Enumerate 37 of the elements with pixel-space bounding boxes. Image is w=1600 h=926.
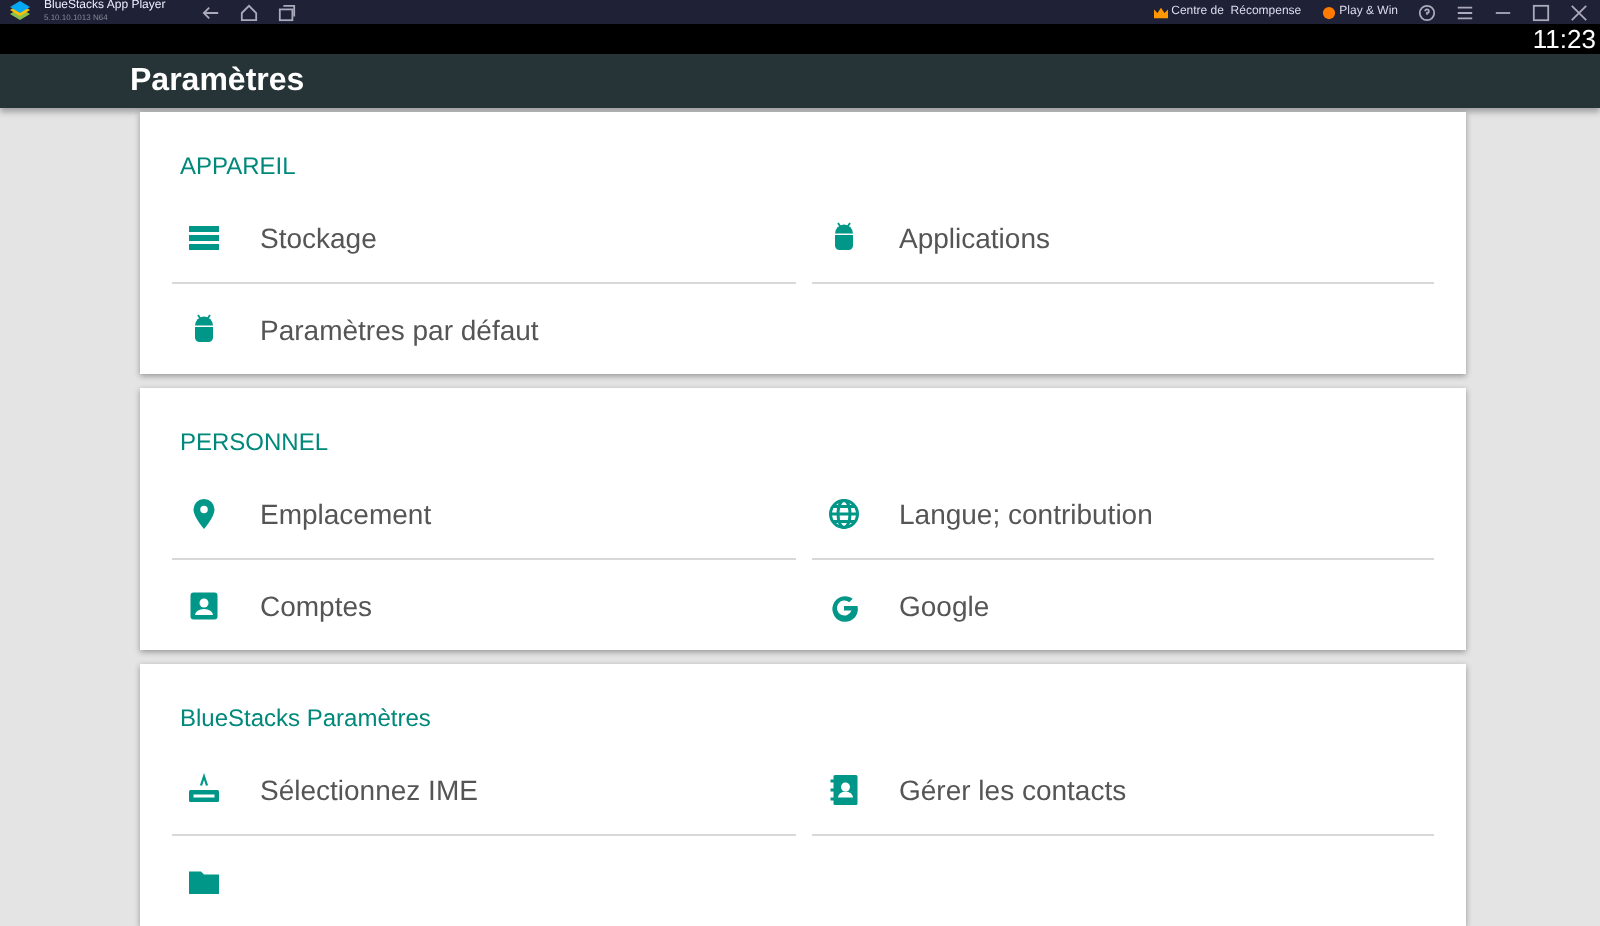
item-label: Stockage <box>260 221 377 253</box>
help-icon[interactable] <box>1418 3 1436 21</box>
layers-logo-icon <box>8 0 32 24</box>
windows-icon[interactable] <box>277 3 296 21</box>
section-title: APPAREIL <box>178 150 298 184</box>
settings-item[interactable]: Sélectionnez IME <box>172 744 795 836</box>
menu-icon[interactable] <box>1456 3 1474 21</box>
settings-item[interactable]: Gérer les contacts <box>811 744 1434 836</box>
maximize-icon[interactable] <box>1532 3 1550 21</box>
page-title: Paramètres <box>130 63 305 99</box>
coin-icon <box>1321 5 1336 19</box>
settings-item[interactable]: Google <box>811 560 1434 650</box>
account-card-icon <box>186 587 222 623</box>
settings-item[interactable]: Stockage <box>172 192 795 284</box>
crown-icon <box>1153 5 1168 19</box>
globe-icon <box>825 495 861 531</box>
item-label: Sélectionnez IME <box>260 773 478 805</box>
settings-item[interactable]: Applications <box>811 192 1434 284</box>
item-label: Langue; contribution <box>899 497 1153 529</box>
back-icon[interactable] <box>201 3 220 21</box>
settings-item[interactable]: Paramètres par défaut <box>172 284 795 374</box>
item-label: Gérer les contacts <box>899 773 1127 805</box>
item-label: Applications <box>899 221 1050 253</box>
section-title: BlueStacks Paramètres <box>178 702 433 736</box>
item-label: Paramètres par défaut <box>260 313 539 345</box>
section-title: PERSONNEL <box>178 426 331 460</box>
home-icon[interactable] <box>239 3 258 21</box>
settings-item[interactable]: Emplacement <box>172 468 795 560</box>
keyboard-icon <box>186 771 222 807</box>
item-label: Google <box>899 589 990 621</box>
contacts-book-icon <box>825 771 861 807</box>
settings-item[interactable]: Comptes <box>172 560 795 650</box>
clock-time: 11:23 <box>1532 24 1596 54</box>
settings-item[interactable]: Langue; contribution <box>811 468 1434 560</box>
close-icon[interactable] <box>1570 3 1588 21</box>
item-label: Emplacement <box>260 497 432 529</box>
item-label: Comptes <box>260 589 373 621</box>
